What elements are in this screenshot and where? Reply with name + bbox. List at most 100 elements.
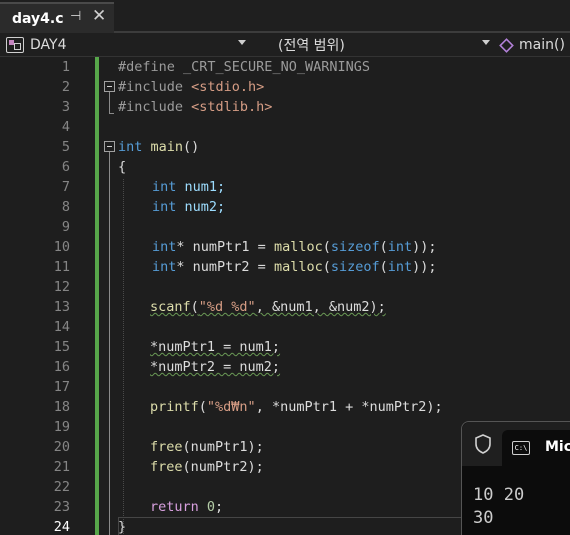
collapse-toggle-icon[interactable] bbox=[104, 81, 115, 92]
line-number: 4 bbox=[61, 119, 70, 135]
arguments: (numPtr2); bbox=[182, 459, 264, 475]
code-line: free(numPtr2); bbox=[150, 457, 264, 477]
arguments: (numPtr1); bbox=[182, 439, 264, 455]
macro-name: _CRT_SECURE_NO_WARNINGS bbox=[174, 59, 370, 75]
code-line: int* numPtr2 = malloc(sizeof(int)); bbox=[152, 257, 437, 277]
punctuation: ( bbox=[190, 299, 199, 315]
line-number: 16 bbox=[53, 359, 70, 375]
line-number: 15 bbox=[53, 339, 70, 355]
line-number: 3 bbox=[61, 99, 70, 115]
keyword: int bbox=[118, 139, 143, 155]
scope-name: (전역 범위) bbox=[278, 38, 345, 54]
console-titlebar[interactable]: C:\ Mic bbox=[462, 422, 570, 466]
line-number: 23 bbox=[53, 499, 70, 515]
line-number: 12 bbox=[53, 279, 70, 295]
line-number: 9 bbox=[61, 219, 70, 235]
line-number-gutter: 1 2 3 4 5 6 7 8 9 10 11 12 13 14 15 16 1… bbox=[0, 57, 96, 535]
outline-line bbox=[109, 152, 110, 535]
keyword: sizeof bbox=[330, 259, 380, 275]
console-title: Mic bbox=[545, 439, 570, 455]
code-line: scanf("%d %d", &num1, &num2); bbox=[150, 297, 386, 317]
pin-icon[interactable]: ⊣ bbox=[70, 9, 81, 24]
code-line: free(numPtr1); bbox=[150, 437, 264, 457]
line-number: 6 bbox=[61, 159, 70, 175]
code-line: printf("%d₩n", *numPtr1 + *numPtr2); bbox=[150, 397, 443, 417]
function-call: scanf bbox=[150, 299, 191, 315]
code-line: #include <stdlib.h> bbox=[118, 97, 272, 117]
line-number: 13 bbox=[53, 299, 70, 315]
outline-line bbox=[109, 92, 110, 114]
function-dropdown[interactable]: main() bbox=[499, 35, 570, 55]
number-literal: 0 bbox=[198, 499, 216, 515]
keyword: int bbox=[152, 199, 177, 215]
line-number: 20 bbox=[53, 439, 70, 455]
code-line: #include <stdio.h> bbox=[118, 77, 264, 97]
line-number-current: 24 bbox=[53, 519, 70, 535]
project-dropdown[interactable]: DAY4 bbox=[6, 35, 250, 55]
line-number: 22 bbox=[53, 479, 70, 495]
header-name: <stdlib.h> bbox=[183, 99, 273, 115]
line-number: 10 bbox=[53, 239, 70, 255]
line-number: 7 bbox=[61, 179, 70, 195]
tab-day4-c[interactable]: day4.c ⊣ ✕ bbox=[0, 2, 114, 33]
function-name: main() bbox=[519, 37, 565, 53]
identifier: num1; bbox=[176, 179, 226, 195]
document-tab-strip: day4.c ⊣ ✕ bbox=[0, 0, 570, 33]
punctuation: ( bbox=[379, 259, 388, 275]
punctuation: )); bbox=[412, 239, 437, 255]
code-line: int main() bbox=[118, 137, 199, 157]
function-call: malloc bbox=[273, 239, 323, 255]
line-number: 21 bbox=[53, 459, 70, 475]
chevron-down-icon bbox=[482, 40, 490, 45]
code-line: int num2; bbox=[152, 197, 225, 217]
code-line: *numPtr1 = num1; bbox=[150, 339, 281, 355]
shield-icon bbox=[475, 434, 491, 454]
code-line: } bbox=[118, 519, 127, 535]
line-number: 19 bbox=[53, 419, 70, 435]
punctuation: ( bbox=[322, 239, 331, 255]
close-icon[interactable]: ✕ bbox=[92, 6, 106, 26]
console-window[interactable]: C:\ Mic 10 20 30 bbox=[461, 421, 570, 535]
code-line: int* numPtr1 = malloc(sizeof(int)); bbox=[152, 237, 437, 257]
keyword: return bbox=[150, 499, 199, 515]
line-number: 5 bbox=[61, 139, 70, 155]
chevron-down-icon bbox=[238, 40, 246, 45]
directive: #include bbox=[118, 99, 184, 115]
function-call: free bbox=[150, 459, 183, 475]
keyword: int bbox=[152, 179, 177, 195]
line-number: 14 bbox=[53, 319, 70, 335]
arguments: , *numPtr1 + *numPtr2); bbox=[255, 399, 443, 415]
directive: #define bbox=[118, 59, 175, 75]
project-name: DAY4 bbox=[30, 37, 67, 53]
console-tab[interactable]: C:\ Mic bbox=[502, 430, 570, 466]
code-line: #define _CRT_SECURE_NO_WARNINGS bbox=[118, 57, 370, 77]
identifier: num2; bbox=[176, 199, 226, 215]
line-number: 2 bbox=[61, 79, 70, 95]
declaration: * numPtr1 = bbox=[176, 239, 274, 255]
console-output: 10 20 30 bbox=[473, 485, 525, 528]
collapse-toggle-icon[interactable] bbox=[104, 141, 115, 152]
keyword: int bbox=[387, 239, 413, 255]
line-number: 17 bbox=[53, 379, 70, 395]
line-number: 1 bbox=[61, 59, 70, 75]
header-name: <stdio.h> bbox=[183, 79, 265, 95]
line-number: 8 bbox=[61, 199, 70, 215]
code-line: { bbox=[118, 159, 127, 175]
punctuation: )); bbox=[412, 259, 437, 275]
change-tracking-bar bbox=[95, 57, 99, 535]
punctuation: ( bbox=[322, 259, 331, 275]
function-call: printf bbox=[150, 399, 199, 415]
terminal-icon: C:\ bbox=[512, 441, 530, 455]
outline-end bbox=[109, 113, 114, 114]
string-literal: "%d₩n" bbox=[206, 399, 256, 415]
keyword: sizeof bbox=[330, 239, 380, 255]
code-line: return 0; bbox=[150, 497, 223, 517]
project-icon bbox=[6, 37, 24, 53]
punctuation: () bbox=[183, 139, 200, 155]
code-line: int num1; bbox=[152, 177, 225, 197]
line-number: 18 bbox=[53, 399, 70, 415]
scope-dropdown[interactable]: (전역 범위) bbox=[256, 35, 494, 55]
arguments: , &num1, &num2); bbox=[255, 299, 386, 315]
function-call: free bbox=[150, 439, 183, 455]
tab-title: day4.c bbox=[12, 10, 64, 27]
